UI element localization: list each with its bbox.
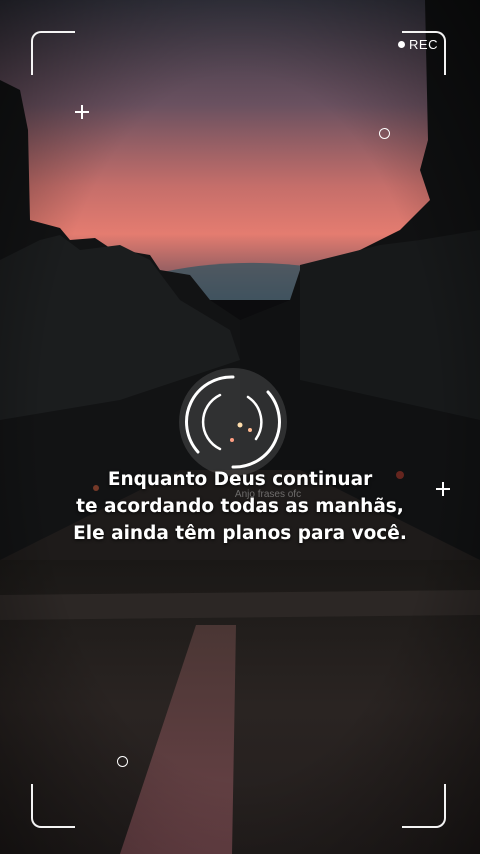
frame-corner-top-left [31, 31, 75, 75]
quote-line: Enquanto Deus continuar [107, 469, 373, 490]
small-ring-icon [379, 128, 390, 139]
frame-corner-bottom-right [402, 784, 446, 828]
focus-reticle-icon [178, 367, 288, 477]
rec-indicator: REC [398, 37, 438, 52]
quote-line: te acordando todas as manhãs, [76, 496, 404, 517]
plus-icon [75, 105, 89, 119]
quote-line: Ele ainda têm planos para você. [73, 523, 407, 544]
small-ring-icon [117, 756, 128, 767]
frame-corner-bottom-left [31, 784, 75, 828]
record-dot-icon [398, 41, 406, 48]
rec-label: REC [409, 37, 438, 52]
quote-caption: Enquanto Deus continuar te acordando tod… [0, 466, 480, 547]
camera-frame: REC Anjo frases ofc Enquanto Deus contin… [0, 0, 480, 854]
